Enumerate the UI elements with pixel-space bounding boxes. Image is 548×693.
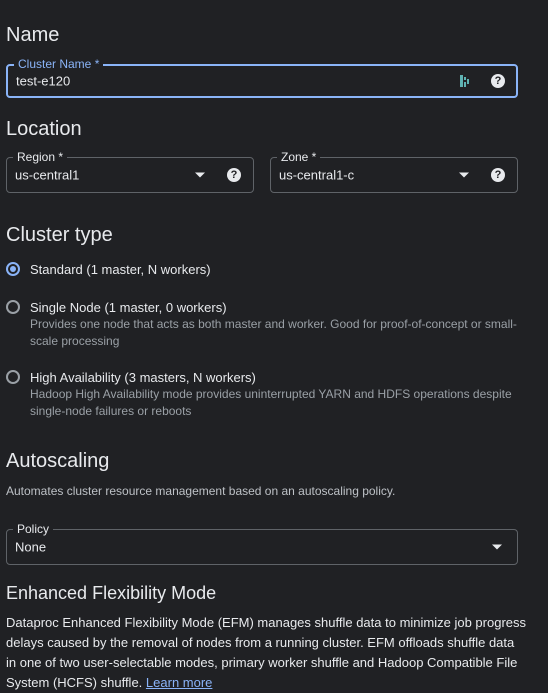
zone-label: Zone * [277, 150, 321, 164]
cluster-type-section-title: Cluster type [6, 224, 113, 246]
zone-select[interactable]: Zone * us-central1-c ? [270, 150, 518, 193]
cluster-name-value: test-e120 [16, 73, 71, 89]
autoscaling-section-title: Autoscaling [6, 450, 110, 472]
zone-dropdown-arrow-icon[interactable] [459, 172, 469, 178]
region-dropdown-arrow-icon[interactable] [195, 172, 205, 178]
policy-value: None [15, 539, 47, 555]
region-label: Region * [13, 150, 68, 164]
region-help-icon[interactable]: ? [227, 168, 241, 182]
efm-description: Dataproc Enhanced Flexibility Mode (EFM)… [6, 613, 526, 693]
region-value: us-central1 [15, 167, 80, 183]
policy-label: Policy [13, 522, 54, 536]
autoscaling-description: Automates cluster resource management ba… [6, 484, 396, 498]
efm-section-title: Enhanced Flexibility Mode [6, 583, 217, 603]
zone-help-icon[interactable]: ? [491, 168, 505, 182]
efm-description-text: Dataproc Enhanced Flexibility Mode (EFM)… [6, 615, 526, 690]
cluster-name-help-icon[interactable]: ? [491, 74, 505, 88]
learn-more-link[interactable]: Learn more [146, 675, 212, 690]
radio-single-node[interactable] [6, 300, 20, 314]
cluster-name-label: Cluster Name * [14, 57, 104, 71]
name-section-title: Name [6, 24, 60, 46]
password-manager-icon[interactable] [460, 74, 472, 88]
region-select[interactable]: Region * us-central1 ? [6, 150, 254, 193]
radio-single-node-label[interactable]: Single Node (1 master, 0 workers) [30, 300, 227, 315]
high-availability-description: Hadoop High Availability mode provides u… [30, 387, 512, 418]
radio-standard-label[interactable]: Standard (1 master, N workers) [30, 262, 211, 277]
policy-dropdown-arrow-icon[interactable] [492, 544, 502, 550]
radio-high-availability-label[interactable]: High Availability (3 masters, N workers) [30, 370, 256, 385]
policy-select[interactable]: Policy None [6, 522, 518, 565]
zone-value: us-central1-c [279, 167, 355, 183]
location-section-title: Location [6, 118, 82, 140]
cluster-name-field[interactable]: Cluster Name * test-e120 ? [6, 57, 518, 98]
radio-high-availability[interactable] [6, 370, 20, 384]
single-node-description: Provides one node that acts as both mast… [30, 317, 517, 348]
radio-standard[interactable] [6, 262, 20, 276]
create-cluster-form: Name Cluster Name * test-e120 ? Location… [0, 0, 548, 693]
